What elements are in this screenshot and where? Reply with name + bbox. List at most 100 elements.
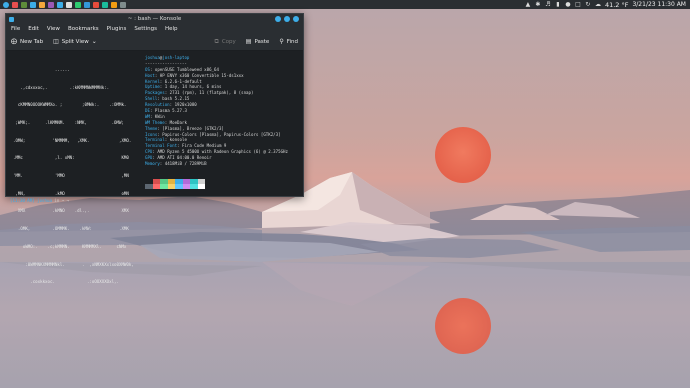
menu-file[interactable]: File	[11, 26, 20, 32]
menu-bar: File Edit View Bookmarks Plugins Setting…	[6, 24, 303, 33]
toolbar: ⨁ New Tab ◫ Split View ⌄ ⧉ Copy ▤ Paste …	[6, 33, 303, 51]
menu-edit[interactable]: Edit	[28, 26, 39, 32]
username: joshua	[145, 55, 160, 60]
notifications-icon[interactable]: ●	[565, 1, 571, 8]
hostname: josh-laptop	[162, 55, 190, 60]
digital-clock[interactable]: 3/21/23 11:30 AM	[632, 1, 686, 8]
palette-swatch	[167, 184, 175, 189]
copy-button[interactable]: ⧉ Copy	[210, 33, 241, 50]
sysinfo-key: Icons	[145, 131, 158, 137]
taskbar-app-icon[interactable]	[102, 1, 108, 8]
find-label: Find	[286, 38, 298, 45]
split-view-icon: ◫	[53, 38, 59, 45]
ascii-line: .MMc ,l. xMN: KM0	[13, 155, 129, 161]
sysinfo-value: Papirus-Colors [Plasma], Papirus-Colors …	[162, 131, 281, 137]
ascii-line: .,cdxxxoc,. .:kKMMMNWMMMNk:.	[13, 84, 110, 90]
find-button[interactable]: ⚲ Find	[274, 33, 303, 50]
taskbar-app-icon[interactable]	[75, 1, 81, 8]
sysinfo-row: Memory: 4418MiB / 7289MiB	[145, 161, 207, 167]
taskbar-app-icon[interactable]	[66, 1, 72, 8]
maximize-button[interactable]	[284, 16, 290, 22]
close-button[interactable]	[293, 16, 299, 22]
sysinfo-value: HP ENVY x360 Convertible 15-ds1xxx	[159, 72, 244, 78]
prompt-time: [11:30 AM]	[10, 198, 35, 203]
menu-plugins[interactable]: Plugins	[107, 26, 127, 32]
minimize-button[interactable]	[275, 16, 281, 22]
menu-view[interactable]: View	[47, 26, 60, 32]
sysinfo-value: [Plasma], Breeze [GTK2/3]	[162, 125, 224, 131]
menu-settings[interactable]: Settings	[134, 26, 157, 32]
palette-swatch	[190, 184, 198, 189]
palette-swatch	[182, 184, 190, 189]
menu-bookmarks[interactable]: Bookmarks	[68, 26, 99, 32]
paste-icon: ▤	[245, 38, 252, 45]
sysinfo-value: MoeDark	[169, 119, 187, 125]
sysinfo-value: Plasma 5.27.3	[154, 108, 187, 114]
weather-icon[interactable]: ☁	[595, 1, 601, 8]
network-icon[interactable]: ▲	[525, 1, 531, 8]
sysinfo-key: Theme	[145, 125, 158, 131]
taskbar-app-icon[interactable]	[30, 1, 36, 8]
taskbar-app-icon[interactable]	[21, 1, 27, 8]
sysinfo-key: WM Theme	[145, 119, 165, 125]
updates-icon[interactable]: ↻	[585, 1, 591, 8]
neofetch-info: joshua@josh-laptop ----------------- OS:…	[145, 55, 301, 167]
sysinfo-key: Resolution	[145, 102, 170, 108]
taskbar-app-icon[interactable]	[48, 1, 54, 8]
copy-icon: ⧉	[214, 37, 219, 45]
battery-icon[interactable]: ▮	[555, 1, 561, 8]
app-launcher-icon[interactable]	[3, 1, 9, 8]
sysinfo-value: 2731 (rpm), 11 (flatpak), 8 (snap)	[169, 90, 254, 96]
ascii-line: XMX .kMNO .dl.,. XMX	[13, 208, 129, 214]
taskbar-app-icon[interactable]	[84, 1, 90, 8]
taskbar-app-icon[interactable]	[57, 1, 63, 8]
color-palette	[145, 179, 205, 189]
taskbar-app-icon[interactable]	[120, 1, 126, 8]
new-tab-button[interactable]: ⨁ New Tab	[6, 33, 48, 50]
toolbar-right: ⧉ Copy ▤ Paste ⚲ Find	[210, 33, 303, 50]
chevron-down-icon: ⌄	[91, 38, 97, 45]
clipboard-icon[interactable]: □	[575, 1, 581, 8]
bluetooth-icon[interactable]: ✱	[535, 1, 541, 8]
taskbar-app-icon[interactable]	[111, 1, 117, 8]
sysinfo-value: KWin	[154, 113, 165, 119]
ascii-line: cKMMN0OOOKWMMXo. ; ;0MWk:. .:OMMk.	[13, 102, 127, 108]
system-tray: ▲ ✱ ♬ ▮ ● □ ↻ ☁ 41.2 °F 3/21/23 11:30 AM	[525, 0, 690, 9]
window-controls	[275, 16, 303, 22]
taskbar-app-icon[interactable]	[12, 1, 18, 8]
taskbar-app-icon[interactable]	[39, 1, 45, 8]
palette-swatch	[145, 184, 153, 189]
sysinfo-key: Shell	[145, 96, 158, 102]
taskbar-app-icon[interactable]	[93, 1, 99, 8]
ascii-line: ,MN, .kMO oMN	[13, 190, 129, 196]
palette-swatch	[160, 184, 168, 189]
sysinfo-value: 1920x1080	[174, 102, 197, 108]
sysinfo-value: AMD ATI 04:00.0 Renoir	[157, 155, 212, 161]
paste-label: Paste	[254, 38, 270, 45]
ascii-line: .OMW; 'NMMMM, ,XMK. ,XMO.	[13, 137, 132, 143]
window-title: ~ : bash — Konsole	[127, 16, 182, 22]
terminal-view[interactable]: ...... .,cdxxxoc,. .:kKMMMNWMMMNk:. cKMM…	[6, 51, 303, 284]
split-view-button[interactable]: ◫ Split View ⌄	[48, 33, 102, 50]
ascii-line: oWMO:. .c;kMMMN. KMMMMXl. cNMx	[13, 243, 127, 249]
paste-button[interactable]: ▤ Paste	[241, 33, 275, 50]
new-tab-label: New Tab	[20, 38, 44, 45]
new-tab-icon: ⨁	[11, 38, 17, 45]
palette-swatch	[152, 184, 160, 189]
top-panel: ▲ ✱ ♬ ▮ ● □ ↻ ☁ 41.2 °F 3/21/23 11:30 AM	[0, 0, 690, 9]
sysinfo-key: Memory	[145, 161, 160, 167]
sysinfo-key: Terminal	[145, 137, 165, 143]
prompt-path: in ~ →	[54, 198, 70, 203]
sysinfo-value: openSUSE Tumbleweed x86_64	[154, 66, 219, 72]
ascii-line: :0WMMNKXMMMMNkl. . ,xNMXKXxlxo0XMW0k,	[13, 261, 134, 267]
sysinfo-value: AMD Ryzen 5 4500U with Radeon Graphics (…	[157, 149, 288, 155]
ascii-line: 'MM. 'MMO ,MN	[13, 173, 129, 179]
volume-icon[interactable]: ♬	[545, 1, 551, 8]
sysinfo-key: Host	[145, 72, 155, 78]
shell-prompt[interactable]: [11:30 AM] joshua in ~ →	[10, 198, 69, 204]
menu-help[interactable]: Help	[165, 26, 178, 32]
ascii-line: .OMK, .OMMMK. .kMW: .XMK	[13, 226, 129, 232]
window-titlebar[interactable]: ~ : bash — Konsole	[6, 14, 303, 24]
weather-temperature[interactable]: 41.2 °F	[605, 1, 629, 9]
sysinfo-value: 1 day, 14 hours, 6 mins	[164, 84, 222, 90]
